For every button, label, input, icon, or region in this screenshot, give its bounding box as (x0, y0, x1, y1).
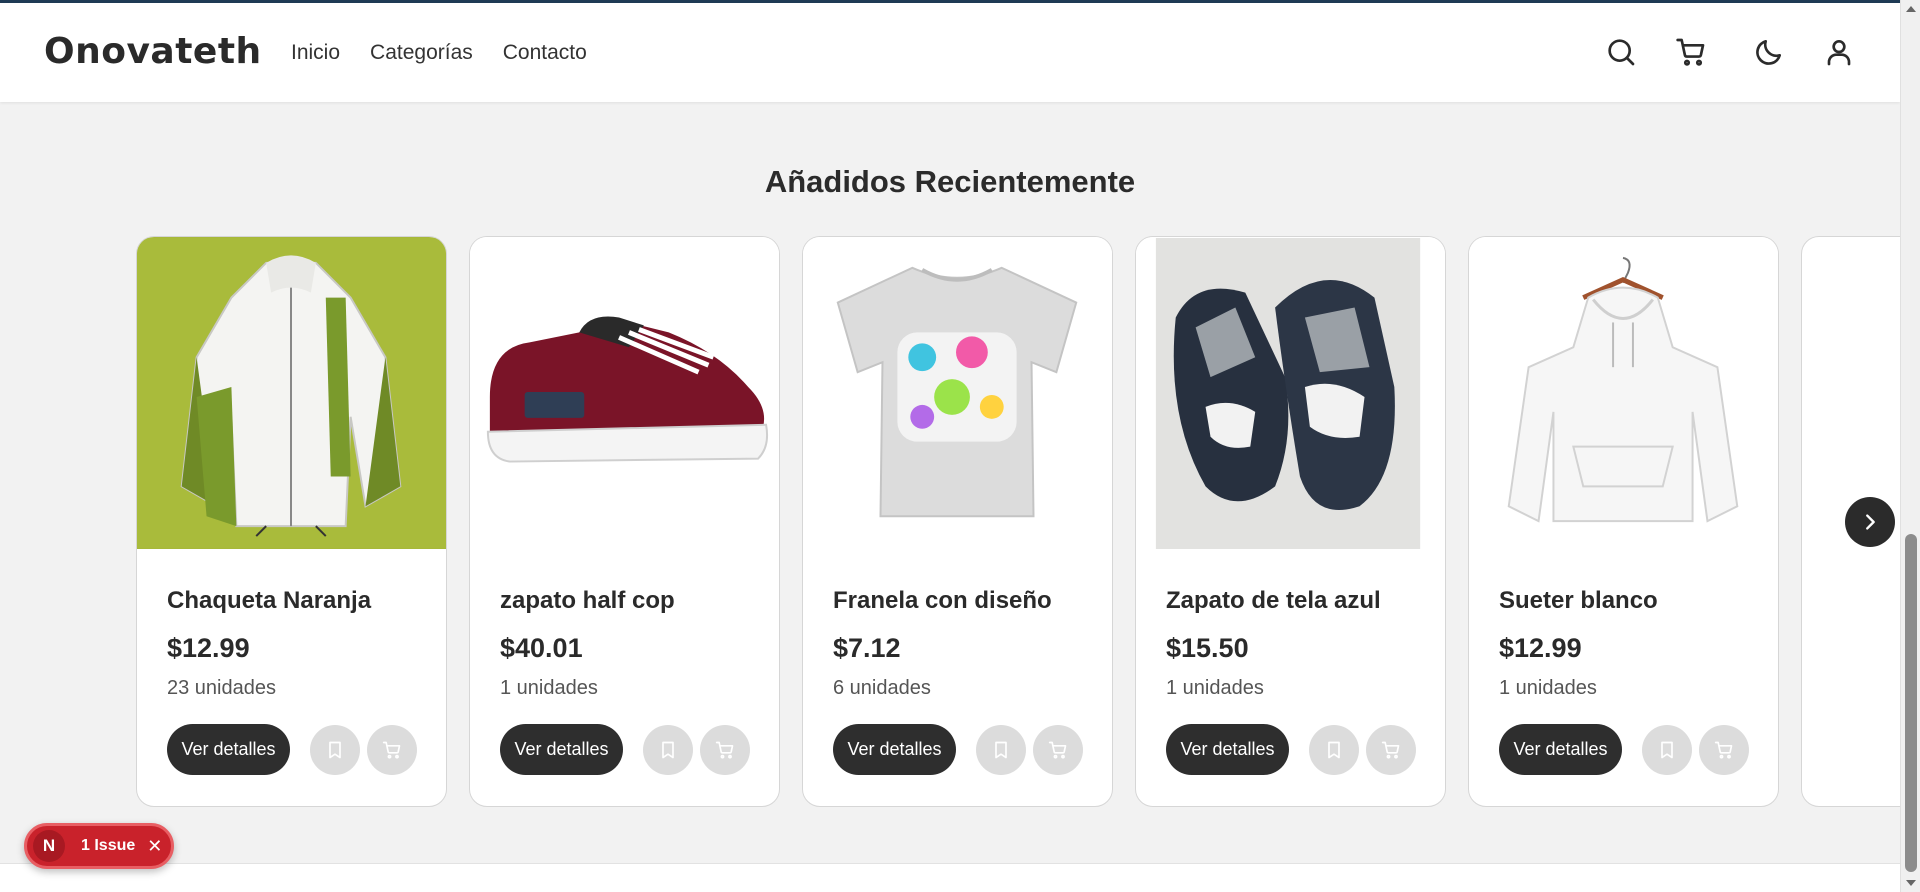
nav-link-categorias[interactable]: Categorías (370, 41, 473, 65)
bookmark-icon (995, 741, 1007, 758)
cart-icon (715, 741, 734, 759)
product-card: zapato half cop $40.01 1 unidades Ver de… (469, 236, 780, 807)
nav-link-contacto[interactable]: Contacto (503, 41, 587, 65)
product-image[interactable] (1136, 237, 1445, 549)
view-details-button[interactable]: Ver detalles (167, 724, 290, 775)
next-logo-icon: N (33, 830, 65, 862)
scroll-up-arrow[interactable] (1906, 6, 1916, 12)
nav-link-inicio[interactable]: Inicio (291, 41, 340, 65)
main-nav: Inicio Categorías Contacto (291, 41, 587, 65)
chevron-right-icon (1866, 514, 1875, 530)
close-icon[interactable]: ✕ (147, 836, 162, 857)
header-actions (1604, 35, 1856, 69)
carousel-next-button[interactable] (1845, 497, 1895, 547)
bookmark-button[interactable] (310, 724, 360, 775)
issue-count[interactable]: 1 Issue (81, 837, 135, 855)
product-name[interactable]: Sueter blanco (1499, 587, 1658, 615)
section-title: Añadidos Recientemente (764, 164, 1136, 199)
product-stock: 1 unidades (1166, 677, 1264, 699)
site-logo[interactable]: Onovateth (44, 31, 262, 72)
add-to-cart-button[interactable] (1699, 724, 1749, 775)
product-price: $12.99 (1499, 633, 1582, 663)
product-name[interactable]: Chaqueta Naranja (167, 587, 371, 615)
product-price: $12.99 (167, 633, 250, 663)
bookmark-icon (1661, 741, 1673, 758)
product-card: Chaqueta Naranja $12.99 23 unidades Ver … (136, 236, 447, 807)
cart-icon (382, 741, 401, 759)
add-to-cart-button[interactable] (1033, 724, 1083, 775)
search-icon[interactable] (1604, 35, 1638, 69)
product-actions: Ver detalles (500, 724, 750, 775)
bookmark-button[interactable] (1309, 724, 1359, 775)
scroll-down-arrow[interactable] (1906, 880, 1916, 886)
product-name[interactable]: Franela con diseño (833, 587, 1052, 615)
product-card: Zapato de tela azul $15.50 1 unidades Ve… (1135, 236, 1446, 807)
dev-issues-badge[interactable]: N 1 Issue ✕ (24, 823, 174, 869)
scroll-thumb[interactable] (1905, 534, 1917, 872)
product-image[interactable] (137, 237, 446, 549)
cart-icon (1381, 741, 1400, 759)
bookmark-icon (1328, 741, 1340, 758)
bookmark-button[interactable] (643, 724, 693, 775)
bookmark-icon (662, 741, 674, 758)
product-card: Franela con diseño $7.12 6 unidades Ver … (802, 236, 1113, 807)
bookmark-button[interactable] (1642, 724, 1692, 775)
product-price: $40.01 (500, 633, 583, 663)
product-price: $15.50 (1166, 633, 1249, 663)
view-details-button[interactable]: Ver detalles (1166, 724, 1289, 775)
product-name[interactable]: Zapato de tela azul (1166, 587, 1381, 615)
product-image[interactable] (470, 237, 779, 549)
carousel-track: Chaqueta Naranja $12.99 23 unidades Ver … (136, 236, 1900, 807)
product-actions: Ver detalles (833, 724, 1083, 775)
view-details-button[interactable]: Ver detalles (833, 724, 956, 775)
bookmark-button[interactable] (976, 724, 1026, 775)
product-name[interactable]: zapato half cop (500, 587, 675, 615)
cart-icon[interactable] (1674, 35, 1708, 69)
site-header: Onovateth Inicio Categorías Contacto (0, 3, 1900, 102)
page-scrollbar[interactable] (1900, 0, 1920, 892)
product-actions: Ver detalles (1499, 724, 1749, 775)
product-image[interactable] (1469, 237, 1778, 549)
moon-icon[interactable] (1752, 35, 1786, 69)
add-to-cart-button[interactable] (700, 724, 750, 775)
user-icon[interactable] (1822, 35, 1856, 69)
view-details-button[interactable]: Ver detalles (1499, 724, 1622, 775)
product-carousel: Chaqueta Naranja $12.99 23 unidades Ver … (136, 236, 1900, 808)
cart-icon (1048, 741, 1067, 759)
product-stock: 6 unidades (833, 677, 931, 699)
footer-edge (0, 863, 1900, 892)
product-stock: 1 unidades (500, 677, 598, 699)
product-stock: 1 unidades (1499, 677, 1597, 699)
product-actions: Ver detalles (1166, 724, 1416, 775)
view-details-button[interactable]: Ver detalles (500, 724, 623, 775)
add-to-cart-button[interactable] (367, 724, 417, 775)
product-card: Sueter blanco $12.99 1 unidades Ver deta… (1468, 236, 1779, 807)
product-price: $7.12 (833, 633, 901, 663)
product-actions: Ver detalles (167, 724, 417, 775)
bookmark-icon (329, 741, 341, 758)
add-to-cart-button[interactable] (1366, 724, 1416, 775)
product-stock: 23 unidades (167, 677, 276, 699)
product-image[interactable] (803, 237, 1112, 549)
cart-icon (1714, 741, 1733, 759)
